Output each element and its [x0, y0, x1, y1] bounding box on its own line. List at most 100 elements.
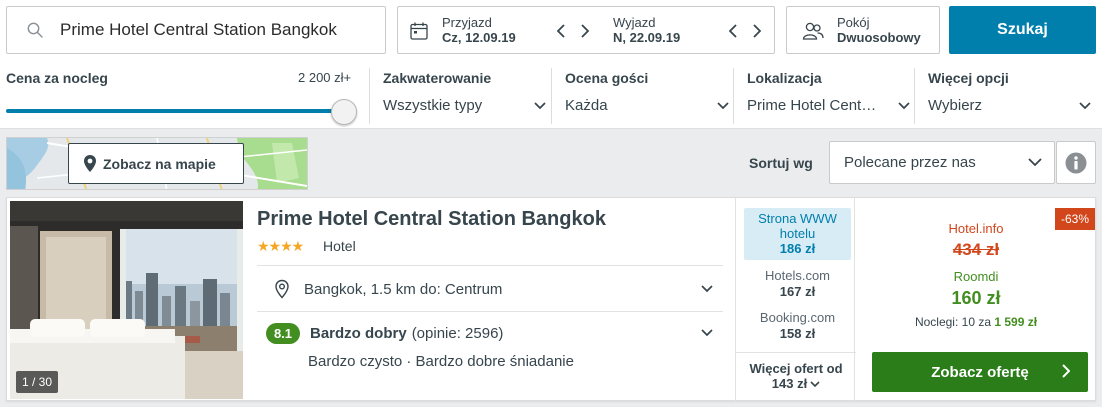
- chevron-down-icon: [701, 285, 713, 293]
- hotel-photo[interactable]: 1 / 30: [10, 201, 243, 399]
- sort-label: Sortuj wg: [749, 155, 813, 171]
- photo-counter: 1 / 30: [16, 371, 59, 393]
- nights-prefix: Noclegi: 10 za: [914, 315, 991, 329]
- offer-price: 186 zł: [779, 241, 816, 256]
- location-row[interactable]: Bangkok, 1.5 km do: Centrum: [257, 270, 723, 308]
- rating-word: Bardzo dobry: [310, 324, 407, 342]
- chevron-left-icon: [557, 24, 565, 38]
- more-offers-price: 143 zł: [771, 376, 808, 391]
- location-filter[interactable]: Lokalizacja Prime Hotel Cent…: [733, 68, 914, 124]
- hotel-type: Hotel: [323, 238, 356, 254]
- location-dropdown[interactable]: Prime Hotel Cent…: [747, 97, 914, 114]
- rating-row[interactable]: 8.1 Bardzo dobry (opinie: 2596): [257, 320, 723, 346]
- search-field[interactable]: [6, 6, 386, 54]
- best-deal: -63% Hotel.info 434 zł Roomdi 160 zł Noc…: [857, 198, 1095, 402]
- checkout-value: N, 22.09.19: [613, 30, 681, 45]
- people-icon: [802, 22, 824, 40]
- chevron-right-icon: [753, 24, 761, 38]
- chevron-down-icon: [534, 101, 546, 109]
- price-max-value: 2 200 zł+: [298, 70, 352, 85]
- old-price-site: Hotel.info: [948, 221, 1004, 236]
- hotel-name[interactable]: Prime Hotel Central Station Bangkok: [257, 208, 606, 231]
- chevron-right-icon: [581, 24, 589, 38]
- price-slider-handle[interactable]: [331, 99, 357, 125]
- view-on-map-button[interactable]: Zobacz na mapie: [68, 143, 244, 184]
- checkout-date[interactable]: Wyjazd N, 22.09.19: [613, 15, 680, 46]
- rating-count: (opinie: 2596): [411, 324, 504, 342]
- accommodation-value: Wszystkie typy: [383, 97, 483, 114]
- sort-info-button[interactable]: [1056, 141, 1096, 184]
- search-icon: [27, 22, 43, 38]
- offer-name: Booking.com: [759, 310, 836, 325]
- guest-rating-filter[interactable]: Ocena gości Każda: [551, 68, 733, 124]
- nights-summary: Noclegi: 10 za 1 599 zł: [857, 315, 1095, 329]
- filters-bar: Cena za nocleg 2 200 zł+ Zakwaterowanie …: [0, 63, 1102, 129]
- sort-value: Polecane przez nas: [844, 154, 976, 171]
- info-icon: [1065, 152, 1087, 173]
- divider: [257, 311, 723, 312]
- hotel-info: Prime Hotel Central Station Bangkok ★★★★…: [257, 198, 727, 402]
- view-deal-button[interactable]: Zobacz ofertę: [872, 352, 1088, 392]
- search-bar: Przyjazd Cz, 12.09.19 Wyjazd N, 22.09.19: [0, 0, 1102, 63]
- hotel-card: 1 / 30 Prime Hotel Central Station Bangk…: [6, 197, 1096, 402]
- room-value: Dwuosobowy: [837, 30, 921, 45]
- checkout-next-button[interactable]: [750, 21, 764, 41]
- guest-rating-dropdown[interactable]: Każda: [565, 97, 733, 114]
- checkin-label: Przyjazd: [442, 15, 492, 30]
- rating-details: Bardzo czysto · Bardzo dobre śniadanie: [308, 353, 574, 370]
- old-price: 434 zł: [952, 240, 1000, 259]
- sort-dropdown[interactable]: Polecane przez nas: [829, 141, 1055, 184]
- offer-name: Hotels.com: [764, 268, 831, 283]
- more-offers-button[interactable]: Więcej ofert od 143 zł: [736, 352, 856, 392]
- map-pin-icon: [84, 155, 96, 172]
- price-filter: Cena za nocleg 2 200 zł+: [6, 70, 357, 125]
- location-text: Bangkok, 1.5 km do: Centrum: [304, 280, 503, 298]
- checkin-prev-button[interactable]: [554, 21, 568, 41]
- more-options-filter[interactable]: Więcej opcji Wybierz: [914, 68, 1095, 124]
- checkout-label: Wyjazd: [613, 15, 656, 30]
- offers-column: Strona WWW hotelu 186 zł Hotels.com 167 …: [735, 198, 856, 402]
- guest-rating-label: Ocena gości: [565, 70, 649, 86]
- chevron-left-icon: [729, 24, 737, 38]
- more-options-value: Wybierz: [928, 97, 983, 114]
- chevron-down-icon: [898, 101, 910, 109]
- chevron-right-icon: [1062, 364, 1070, 378]
- view-deal-label: Zobacz ofertę: [931, 363, 1029, 381]
- price-slider-track[interactable]: [6, 109, 346, 113]
- star-rating: ★★★★: [257, 238, 304, 254]
- accommodation-label: Zakwaterowanie: [383, 70, 492, 86]
- search-input[interactable]: [60, 20, 360, 40]
- location-pin-icon: [275, 279, 289, 299]
- offer-price: 167 zł: [779, 284, 816, 299]
- offer-price: 158 zł: [779, 326, 816, 341]
- date-picker[interactable]: Przyjazd Cz, 12.09.19 Wyjazd N, 22.09.19: [397, 6, 775, 54]
- more-options-label: Więcej opcji: [928, 70, 1009, 86]
- best-price-site: Roomdi: [953, 269, 999, 284]
- offer-name: Strona WWW hotelu: [758, 211, 837, 241]
- more-options-dropdown[interactable]: Wybierz: [928, 97, 1095, 114]
- rating-score-badge: 8.1: [266, 322, 300, 344]
- chevron-down-icon: [1028, 158, 1042, 167]
- calendar-icon: [410, 22, 428, 40]
- guest-rating-value: Każda: [565, 97, 608, 114]
- accommodation-filter[interactable]: Zakwaterowanie Wszystkie typy: [369, 68, 550, 124]
- offer-hotel-website[interactable]: Strona WWW hotelu 186 zł: [744, 208, 851, 260]
- divider: [257, 265, 723, 266]
- best-price: 160 zł: [951, 288, 1001, 308]
- offer-hotels-com[interactable]: Hotels.com 167 zł: [744, 268, 851, 300]
- room-selector[interactable]: Pokój Dwuosobowy: [786, 6, 940, 54]
- checkin-date[interactable]: Przyjazd Cz, 12.09.19: [442, 15, 516, 46]
- more-offers-label: Więcej ofert od: [749, 361, 843, 376]
- checkin-value: Cz, 12.09.19: [442, 30, 516, 45]
- search-button[interactable]: Szukaj: [949, 6, 1096, 54]
- chevron-down-icon: [1079, 101, 1091, 109]
- offer-booking-com[interactable]: Booking.com 158 zł: [744, 310, 851, 342]
- checkin-next-button[interactable]: [578, 21, 592, 41]
- chevron-down-icon: [810, 380, 820, 387]
- accommodation-dropdown[interactable]: Wszystkie typy: [383, 97, 550, 114]
- checkout-prev-button[interactable]: [726, 21, 740, 41]
- nights-total: 1 599 zł: [994, 315, 1038, 329]
- chevron-down-icon: [717, 101, 729, 109]
- location-label: Lokalizacja: [747, 70, 822, 86]
- chevron-down-icon: [701, 329, 713, 337]
